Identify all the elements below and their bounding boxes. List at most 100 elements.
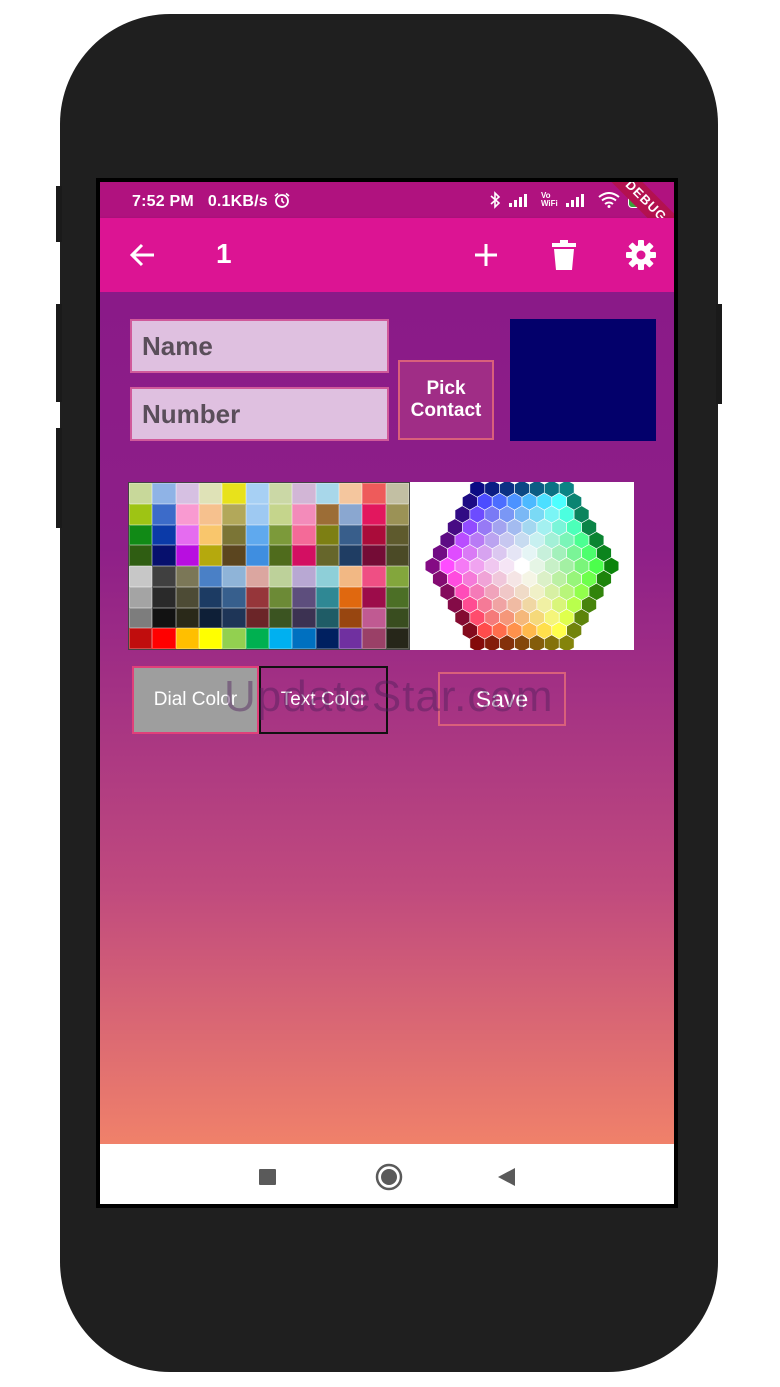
arrow-left-icon[interactable] — [128, 240, 158, 270]
color-swatch[interactable] — [362, 524, 386, 546]
color-swatch[interactable] — [292, 586, 316, 608]
recents-square-icon[interactable] — [259, 1169, 276, 1185]
color-swatch[interactable] — [129, 545, 153, 566]
color-swatch[interactable] — [339, 503, 363, 525]
color-swatch[interactable] — [315, 524, 339, 546]
color-swatch[interactable] — [152, 586, 176, 608]
color-swatch[interactable] — [129, 524, 153, 546]
color-swatch[interactable] — [269, 483, 293, 504]
color-swatch[interactable] — [175, 586, 199, 608]
color-swatch[interactable] — [315, 503, 339, 525]
color-swatch[interactable] — [152, 503, 176, 525]
color-swatch[interactable] — [339, 545, 363, 566]
color-swatch[interactable] — [362, 483, 386, 504]
color-swatch[interactable] — [362, 503, 386, 525]
color-swatch[interactable] — [385, 545, 409, 566]
color-swatch[interactable] — [339, 566, 363, 587]
color-swatch[interactable] — [245, 483, 269, 504]
color-swatch[interactable] — [245, 607, 269, 629]
color-swatch[interactable] — [129, 607, 153, 629]
color-swatch[interactable] — [339, 607, 363, 629]
color-swatch[interactable] — [129, 628, 153, 649]
home-circle-icon[interactable] — [374, 1162, 404, 1192]
color-swatch[interactable] — [385, 566, 409, 587]
color-swatch[interactable] — [339, 628, 363, 649]
color-swatch[interactable] — [245, 503, 269, 525]
color-swatch[interactable] — [199, 586, 223, 608]
color-swatch[interactable] — [199, 628, 223, 649]
color-swatch[interactable] — [175, 503, 199, 525]
color-swatch[interactable] — [175, 607, 199, 629]
color-swatch[interactable] — [315, 566, 339, 587]
pick-contact-button[interactable]: Pick Contact — [398, 360, 494, 440]
color-swatch[interactable] — [129, 503, 153, 525]
color-swatch[interactable] — [152, 524, 176, 546]
color-swatch[interactable] — [175, 524, 199, 546]
color-swatch[interactable] — [152, 628, 176, 649]
color-swatch[interactable] — [129, 586, 153, 608]
color-swatch[interactable] — [292, 503, 316, 525]
color-swatch[interactable] — [362, 607, 386, 629]
gear-icon[interactable] — [625, 239, 657, 271]
color-swatch[interactable] — [222, 607, 246, 629]
color-swatch[interactable] — [292, 545, 316, 566]
color-swatch[interactable] — [175, 483, 199, 504]
color-swatch[interactable] — [362, 628, 386, 649]
color-swatch[interactable] — [222, 586, 246, 608]
color-swatch[interactable] — [269, 607, 293, 629]
color-swatch[interactable] — [152, 545, 176, 566]
color-swatch[interactable] — [245, 545, 269, 566]
color-swatch[interactable] — [222, 545, 246, 566]
color-swatch[interactable] — [222, 628, 246, 649]
color-swatch[interactable] — [269, 545, 293, 566]
color-swatch[interactable] — [245, 566, 269, 587]
color-swatch[interactable] — [152, 566, 176, 587]
color-swatch[interactable] — [175, 566, 199, 587]
color-swatch[interactable] — [292, 524, 316, 546]
color-swatch[interactable] — [362, 566, 386, 587]
color-swatch[interactable] — [315, 483, 339, 504]
color-swatch[interactable] — [222, 524, 246, 546]
color-swatch[interactable] — [152, 483, 176, 504]
color-swatch[interactable] — [199, 566, 223, 587]
color-swatch[interactable] — [385, 586, 409, 608]
color-swatch[interactable] — [385, 607, 409, 629]
color-swatch[interactable] — [129, 566, 153, 587]
trash-icon[interactable] — [551, 240, 577, 270]
color-swatch[interactable] — [362, 586, 386, 608]
color-swatch[interactable] — [385, 628, 409, 649]
plus-icon[interactable] — [472, 241, 500, 269]
name-field[interactable]: Name — [130, 319, 389, 373]
text-color-button[interactable]: Text Color — [259, 666, 388, 734]
color-swatch[interactable] — [199, 524, 223, 546]
color-swatch[interactable] — [199, 483, 223, 504]
hexagon-wheel-svg[interactable] — [410, 479, 634, 653]
back-triangle-icon[interactable] — [496, 1166, 518, 1188]
color-swatch[interactable] — [362, 545, 386, 566]
color-swatch[interactable] — [292, 607, 316, 629]
dial-color-button[interactable]: Dial Color — [132, 666, 259, 734]
color-swatch[interactable] — [199, 607, 223, 629]
color-swatch[interactable] — [269, 566, 293, 587]
color-swatch[interactable] — [222, 483, 246, 504]
color-swatch[interactable] — [385, 524, 409, 546]
color-swatch[interactable] — [315, 545, 339, 566]
color-swatch[interactable] — [315, 586, 339, 608]
number-field[interactable]: Number — [130, 387, 389, 441]
color-swatch[interactable] — [339, 524, 363, 546]
color-swatch[interactable] — [269, 628, 293, 649]
color-swatch[interactable] — [245, 524, 269, 546]
color-swatch[interactable] — [292, 483, 316, 504]
color-swatch[interactable] — [339, 586, 363, 608]
color-swatch[interactable] — [292, 628, 316, 649]
color-swatch[interactable] — [152, 607, 176, 629]
color-swatch[interactable] — [292, 566, 316, 587]
color-swatch[interactable] — [222, 566, 246, 587]
save-button[interactable]: Save — [438, 672, 566, 726]
color-swatch[interactable] — [199, 503, 223, 525]
color-swatch[interactable] — [175, 545, 199, 566]
color-swatch[interactable] — [199, 545, 223, 566]
color-swatch[interactable] — [269, 586, 293, 608]
color-swatch[interactable] — [339, 483, 363, 504]
hexagon-color-wheel[interactable] — [410, 479, 634, 653]
